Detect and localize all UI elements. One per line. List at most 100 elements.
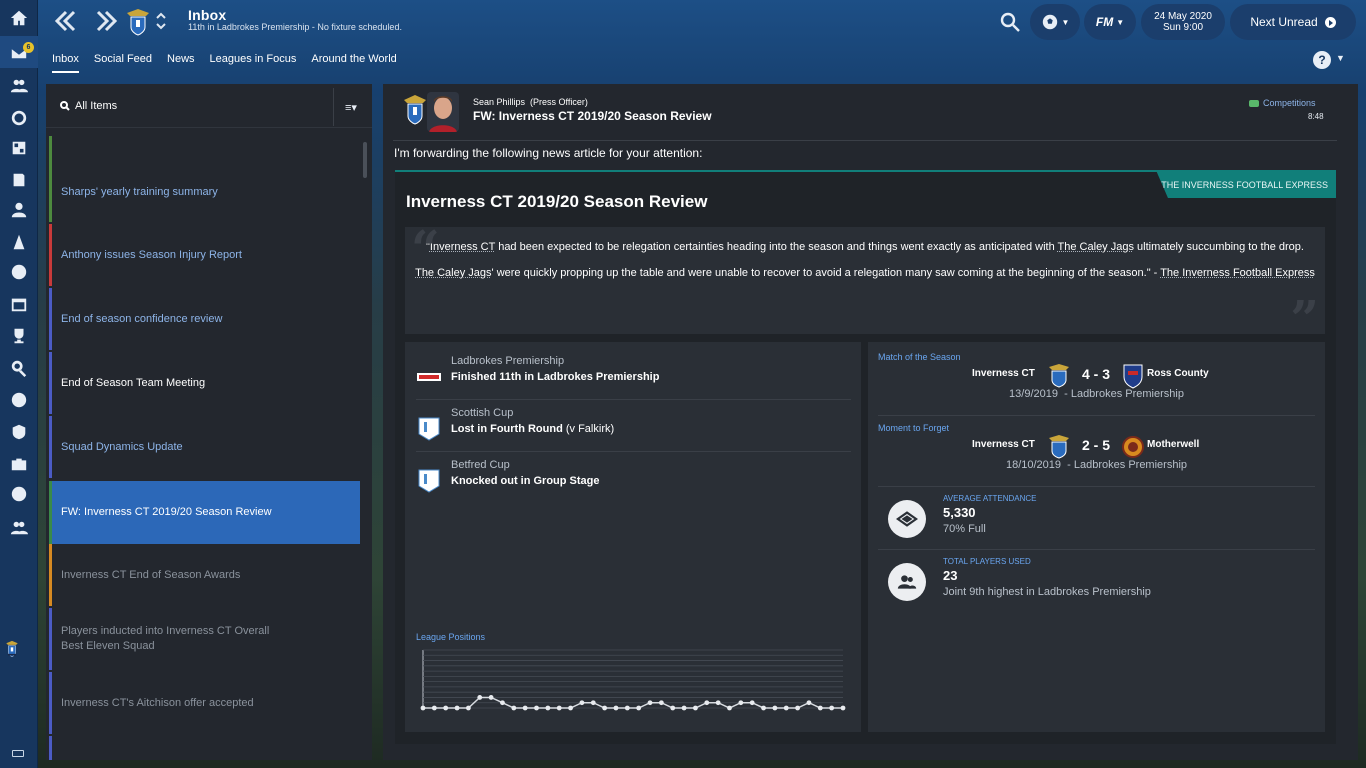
position-point[interactable] (658, 700, 664, 706)
match-competition[interactable]: Ladbrokes Premiership (1071, 388, 1184, 400)
tab-inbox[interactable]: Inbox (52, 50, 79, 73)
position-point[interactable] (477, 695, 483, 700)
newspaper-name[interactable]: THE INVERNESS FOOTBALL EXPRESS (1156, 172, 1336, 198)
transfers-icon[interactable] (0, 384, 38, 416)
list-item[interactable]: Inverness CT End of Season Awards (49, 544, 360, 606)
tab-social-feed[interactable]: Social Feed (94, 50, 152, 73)
competition-row[interactable]: Ladbrokes Premiership Finished 11th in L… (416, 352, 851, 400)
help-icon[interactable]: ? (1313, 51, 1331, 69)
filter-search[interactable]: All Items (60, 100, 117, 112)
position-point[interactable] (545, 705, 551, 711)
position-point[interactable] (670, 705, 676, 711)
position-point[interactable] (579, 700, 585, 706)
list-item[interactable]: End of Season Team Meeting (49, 352, 360, 414)
position-point[interactable] (738, 700, 744, 706)
tab-news[interactable]: News (167, 50, 195, 73)
competitions-icon[interactable] (0, 320, 38, 352)
position-point[interactable] (420, 705, 426, 711)
position-point[interactable] (647, 700, 653, 706)
position-point[interactable] (704, 700, 710, 706)
chevron-down-icon[interactable]: ▼ (1336, 53, 1345, 63)
position-point[interactable] (772, 705, 778, 711)
newspaper-link[interactable]: The Inverness Football Express (1160, 267, 1315, 279)
position-point[interactable] (817, 705, 823, 711)
position-point[interactable] (749, 700, 755, 706)
league-positions-chart[interactable] (415, 644, 851, 720)
position-point[interactable] (590, 700, 596, 706)
briefcase-icon[interactable] (0, 448, 38, 480)
position-point[interactable] (840, 705, 846, 711)
position-point[interactable] (636, 705, 642, 711)
list-item-selected[interactable]: FW: Inverness CT 2019/20 Season Review (49, 481, 360, 544)
position-point[interactable] (466, 705, 471, 711)
position-point[interactable] (522, 705, 528, 711)
position-point[interactable] (511, 705, 517, 711)
game-menu-button[interactable]: ▼ (1030, 4, 1080, 40)
scrollbar[interactable] (363, 142, 367, 178)
list-menu-icon[interactable]: ≡▾ (345, 101, 357, 114)
position-point[interactable] (431, 705, 437, 711)
list-item[interactable]: Anthony issues Season Injury Report (49, 224, 360, 286)
finances-icon[interactable] (0, 478, 38, 510)
opponent-text[interactable]: (v Falkirk) (563, 423, 614, 435)
club-vision-icon[interactable] (0, 416, 38, 448)
youth-icon[interactable] (0, 512, 38, 544)
back-icon[interactable] (52, 8, 78, 34)
position-point[interactable] (613, 705, 619, 711)
scouting-icon[interactable] (0, 226, 38, 258)
position-point[interactable] (795, 705, 800, 711)
list-item[interactable]: End of season confidence review (49, 288, 360, 350)
competition-row[interactable]: Betfred Cup Knocked out in Group Stage (416, 456, 851, 504)
list-item[interactable] (49, 136, 360, 162)
position-point[interactable] (624, 705, 630, 711)
tactics-icon[interactable] (0, 132, 38, 164)
position-point[interactable] (568, 705, 573, 711)
staff-icon[interactable] (0, 194, 38, 226)
squad-icon[interactable] (0, 70, 38, 102)
search-icon[interactable] (1000, 12, 1020, 32)
category-link[interactable]: Competitions (1249, 98, 1316, 108)
position-point[interactable] (693, 705, 698, 711)
position-point[interactable] (681, 705, 687, 711)
position-point[interactable] (783, 705, 789, 711)
home-team[interactable]: Inverness CT (972, 439, 1035, 450)
match-competition[interactable]: Ladbrokes Premiership (1074, 459, 1187, 471)
search-nav-icon[interactable] (0, 352, 38, 384)
sender-avatar[interactable] (427, 92, 459, 132)
position-point[interactable] (443, 705, 449, 711)
training-icon[interactable] (0, 164, 38, 196)
away-team[interactable]: Ross County (1147, 368, 1209, 379)
position-point[interactable] (715, 700, 721, 706)
home-icon[interactable] (0, 2, 38, 34)
position-point[interactable] (727, 705, 732, 711)
medical-icon[interactable] (0, 256, 38, 288)
moment-to-forget[interactable]: Inverness CT 2 - 5 Motherwell 18/10/2019… (878, 421, 1315, 487)
list-item[interactable]: Squad Dynamics Update (49, 416, 360, 478)
match-of-season[interactable]: Inverness CT 4 - 3 Ross County 13/9/2019… (878, 350, 1315, 416)
position-point[interactable] (500, 700, 505, 706)
position-point[interactable] (488, 695, 494, 700)
list-item[interactable]: Inverness CT's Aitchison offer accepted (49, 672, 360, 734)
team-crest-icon[interactable] (126, 8, 150, 36)
away-team[interactable]: Motherwell (1147, 439, 1199, 450)
position-point[interactable] (454, 705, 460, 711)
position-point[interactable] (829, 705, 835, 711)
next-unread-button[interactable]: Next Unread (1230, 4, 1356, 40)
fm-menu-button[interactable]: FM ▼ (1084, 4, 1136, 40)
tab-leagues-in-focus[interactable]: Leagues in Focus (210, 50, 297, 73)
forward-icon[interactable] (94, 8, 120, 34)
list-item[interactable]: Sharps' yearly training summary (49, 162, 360, 222)
tab-around-the-world[interactable]: Around the World (311, 50, 396, 73)
date-display[interactable]: 24 May 2020 Sun 9:00 (1141, 4, 1225, 40)
up-down-chevron-icon[interactable] (155, 10, 167, 32)
position-point[interactable] (534, 705, 539, 711)
home-team[interactable]: Inverness CT (972, 368, 1035, 379)
nickname-link[interactable]: The Caley Jags (1058, 241, 1134, 253)
list-item[interactable]: Players inducted into Inverness CT Overa… (49, 608, 360, 670)
competition-row[interactable]: Scottish Cup Lost in Fourth Round (v Fal… (416, 404, 851, 452)
position-point[interactable] (806, 700, 812, 706)
schedule-icon[interactable] (0, 288, 38, 320)
dynamics-icon[interactable] (0, 102, 38, 134)
position-point[interactable] (602, 705, 608, 711)
list-item[interactable] (49, 736, 360, 760)
